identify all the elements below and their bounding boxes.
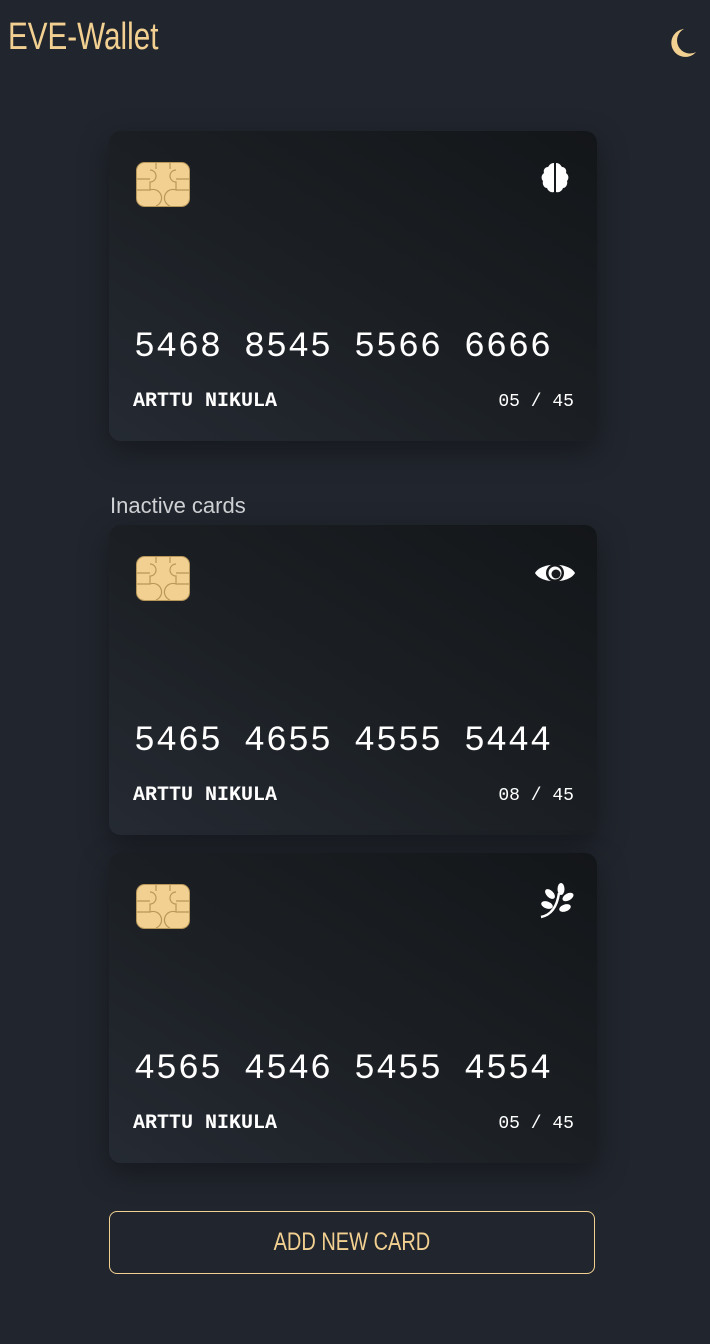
card-expiry: 05 / 45	[498, 1114, 574, 1134]
leaf-icon	[540, 883, 574, 919]
card-expiry: 05 / 45	[498, 392, 574, 412]
chip-icon	[136, 162, 190, 207]
app-title: EVE-Wallet	[8, 16, 159, 58]
card-number: 4565 4546 5455 4554	[134, 1049, 553, 1089]
brain-icon	[541, 163, 569, 193]
chip-icon	[136, 884, 190, 929]
card-holder: ARTTU NIKULA	[133, 390, 278, 413]
card-holder: ARTTU NIKULA	[133, 784, 278, 807]
eye-icon	[535, 564, 575, 582]
card-number: 5468 8545 5566 6666	[134, 327, 553, 367]
moon-icon[interactable]	[664, 26, 698, 60]
inactive-card[interactable]: 4565 4546 5455 4554 ARTTU NIKULA 05 / 45	[109, 853, 597, 1163]
add-new-card-label: ADD NEW CARD	[273, 1228, 431, 1256]
inactive-card[interactable]: 5465 4655 4555 5444 ARTTU NIKULA 08 / 45	[109, 525, 597, 835]
card-expiry: 08 / 45	[498, 786, 574, 806]
card-number: 5465 4655 4555 5444	[134, 721, 553, 761]
inactive-cards-label: Inactive cards	[110, 493, 246, 518]
card-holder: ARTTU NIKULA	[133, 1112, 278, 1135]
chip-icon	[136, 556, 190, 601]
active-card[interactable]: 5468 8545 5566 6666 ARTTU NIKULA 05 / 45	[109, 131, 597, 441]
add-new-card-button[interactable]: ADD NEW CARD	[109, 1211, 595, 1274]
